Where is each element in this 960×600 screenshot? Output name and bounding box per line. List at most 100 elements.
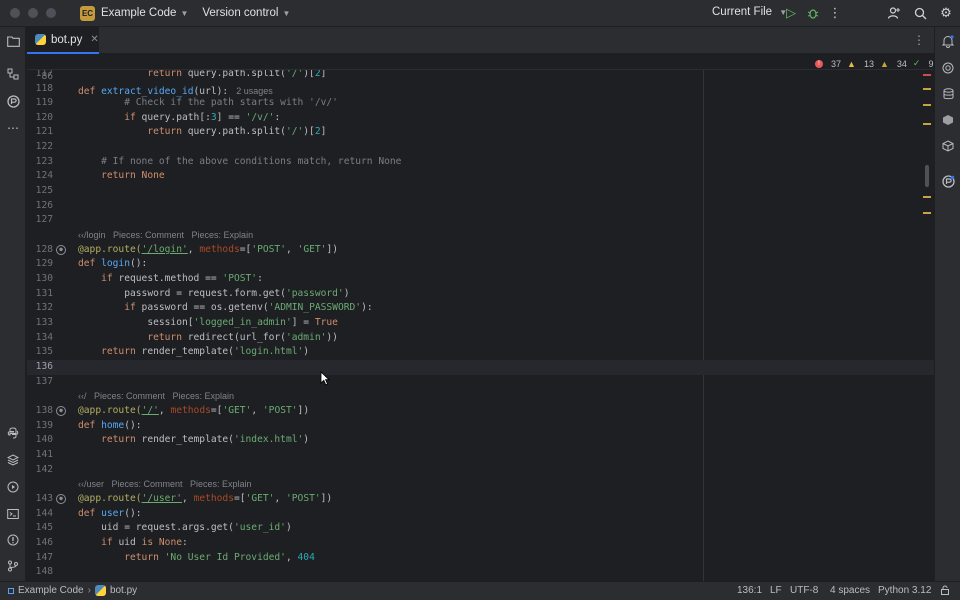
code-line[interactable]: 131 password = request.form.get('passwor… <box>27 287 934 302</box>
more-tools-icon[interactable]: ⋯ <box>5 120 21 136</box>
code-line[interactable]: 124 return None <box>27 169 934 184</box>
notifications-icon[interactable] <box>940 33 956 49</box>
code-line[interactable]: 122 <box>27 140 934 155</box>
code-line[interactable]: 132 if password == os.getenv('ADMIN_PASS… <box>27 301 934 316</box>
run-configuration-selector[interactable]: Current File ▼ <box>712 6 787 18</box>
code-line[interactable]: 129 def login(): <box>27 257 934 272</box>
code-token: if <box>101 273 113 284</box>
package-icon[interactable] <box>940 138 956 154</box>
code-vision-home[interactable]: ‹‹/ Pieces: Comment Pieces: Explain <box>78 389 234 404</box>
warning-stripe-mark[interactable] <box>923 196 931 198</box>
code-line[interactable]: 126 <box>27 199 934 214</box>
inspection-widget[interactable]: !37 ▲13 ▲34 ✓9 ⌃ ⌄ <box>815 58 934 69</box>
code-line[interactable]: 125 <box>27 184 934 199</box>
zoom-window-button[interactable] <box>46 8 56 18</box>
code-line[interactable]: 148 <box>27 565 934 580</box>
pieces-copilot-icon[interactable] <box>940 173 956 189</box>
code-line[interactable]: 138 ● @app.route('/', methods=['GET', 'POS… <box>27 404 934 419</box>
lock-icon[interactable] <box>940 585 950 598</box>
endpoint-gutter-icon[interactable]: ● <box>56 406 66 416</box>
code-line[interactable]: 140 return render_template('index.html') <box>27 433 934 448</box>
project-badge[interactable]: EC <box>80 5 95 21</box>
more-actions-icon[interactable]: ⋮ <box>827 5 843 21</box>
breadcrumb-project[interactable]: Example Code <box>18 585 84 596</box>
editor-scrollbar[interactable] <box>921 70 931 581</box>
endpoint-gutter-icon[interactable]: ● <box>56 494 66 504</box>
services-icon[interactable] <box>5 479 21 495</box>
ai-assistant-icon[interactable] <box>940 60 956 76</box>
code-line[interactable]: 133 session['logged_in_admin'] = True <box>27 316 934 331</box>
project-selector[interactable]: Example Code <box>101 7 176 19</box>
project-folder-icon[interactable] <box>5 33 21 49</box>
minimize-window-button[interactable] <box>28 8 38 18</box>
current-code-line[interactable]: 136 <box>27 360 934 375</box>
indent-setting[interactable]: 4 spaces <box>830 585 870 596</box>
code-token: (url): <box>193 86 229 98</box>
code-token: redirect(url_for( <box>181 332 286 343</box>
code-editor[interactable]: 86 def extract_video_id(url): 2 usages ! 3… <box>27 55 934 581</box>
tab-options-icon[interactable]: ⋮ <box>913 33 925 47</box>
scrollbar-thumb[interactable] <box>925 165 929 187</box>
code-line[interactable]: 145 uid = request.args.get('user_id') <box>27 521 934 536</box>
code-line[interactable]: 141 <box>27 448 934 463</box>
pieces-icon[interactable] <box>5 93 21 109</box>
code-line[interactable]: 128 ● @app.route('/login', methods=['POST'… <box>27 243 934 258</box>
warning-stripe-mark[interactable] <box>923 104 931 106</box>
tab-bot-py[interactable]: bot.py ✕ <box>27 27 99 54</box>
code-line[interactable]: 144 def user(): <box>27 507 934 522</box>
chevron-down-icon[interactable]: ▼ <box>180 9 188 18</box>
route-link[interactable]: '/user' <box>142 493 182 504</box>
structure-icon[interactable] <box>5 66 21 82</box>
plugin-icon[interactable] <box>940 112 956 128</box>
usages-inlay[interactable]: 2 usages <box>236 86 273 96</box>
git-branch-icon[interactable] <box>5 558 21 574</box>
code-token: : <box>274 112 281 123</box>
code-line[interactable]: 147 return 'No User Id Provided', 404 <box>27 551 934 566</box>
breadcrumb-file[interactable]: bot.py <box>110 585 137 596</box>
python-interpreter[interactable]: Python 3.12 <box>878 585 931 596</box>
code-line[interactable]: 120 if query.path[:3] == '/v/': <box>27 111 934 126</box>
warning-stripe-mark[interactable] <box>923 123 931 125</box>
terminal-icon[interactable] <box>5 506 21 522</box>
code-vision-login[interactable]: ‹‹/login Pieces: Comment Pieces: Explain <box>78 228 253 243</box>
add-user-icon[interactable] <box>886 5 902 21</box>
search-icon[interactable] <box>912 5 928 21</box>
line-number: 144 <box>35 508 53 519</box>
run-icon[interactable]: ▷ <box>783 5 799 21</box>
code-line[interactable]: 134 return redirect(url_for('admin')) <box>27 331 934 346</box>
code-line[interactable]: 135 return render_template('login.html') <box>27 345 934 360</box>
code-line[interactable]: 130 if request.method == 'POST': <box>27 272 934 287</box>
debug-icon[interactable] <box>805 5 821 21</box>
code-line[interactable]: 143 ● @app.route('/user', methods=['GET', … <box>27 492 934 507</box>
line-separator[interactable]: LF <box>770 585 782 596</box>
close-window-button[interactable] <box>10 8 20 18</box>
database-icon[interactable] <box>940 86 956 102</box>
settings-icon[interactable]: ⚙ <box>938 5 954 21</box>
error-stripe-mark[interactable] <box>923 74 931 76</box>
close-tab-icon[interactable]: ✕ <box>90 34 98 45</box>
route-link[interactable]: '/login' <box>142 244 188 255</box>
warning-stripe-mark[interactable] <box>923 212 931 214</box>
code-line[interactable]: 137 <box>27 375 934 390</box>
version-control-menu[interactable]: Version control <box>202 7 278 19</box>
code-line[interactable]: 139 def home(): <box>27 419 934 434</box>
code-line[interactable]: 121 return query.path.split('/')[2] <box>27 125 934 140</box>
code-line[interactable]: 142 <box>27 463 934 478</box>
code-token: query.path[: <box>135 112 211 123</box>
problems-icon[interactable] <box>5 532 21 548</box>
chevron-down-icon[interactable]: ▼ <box>282 9 290 18</box>
caret-position[interactable]: 136:1 <box>737 585 762 596</box>
endpoint-gutter-icon[interactable]: ● <box>56 245 66 255</box>
code-line[interactable]: 123 # If none of the above conditions ma… <box>27 155 934 170</box>
code-line[interactable]: 127 <box>27 213 934 228</box>
warning-stripe-mark[interactable] <box>923 88 931 90</box>
code-vision-user[interactable]: ‹‹/user Pieces: Comment Pieces: Explain <box>78 477 252 492</box>
layers-icon[interactable] <box>5 452 21 468</box>
sticky-function-header[interactable]: 86 def extract_video_id(url): 2 usages <box>27 55 934 97</box>
file-encoding[interactable]: UTF-8 <box>790 585 818 596</box>
line-number: 86 <box>41 70 53 82</box>
python-packages-icon[interactable] <box>5 425 21 441</box>
code-line[interactable]: 146 if uid is None: <box>27 536 934 551</box>
line-number: 148 <box>35 566 53 577</box>
route-link[interactable]: '/' <box>142 405 159 416</box>
